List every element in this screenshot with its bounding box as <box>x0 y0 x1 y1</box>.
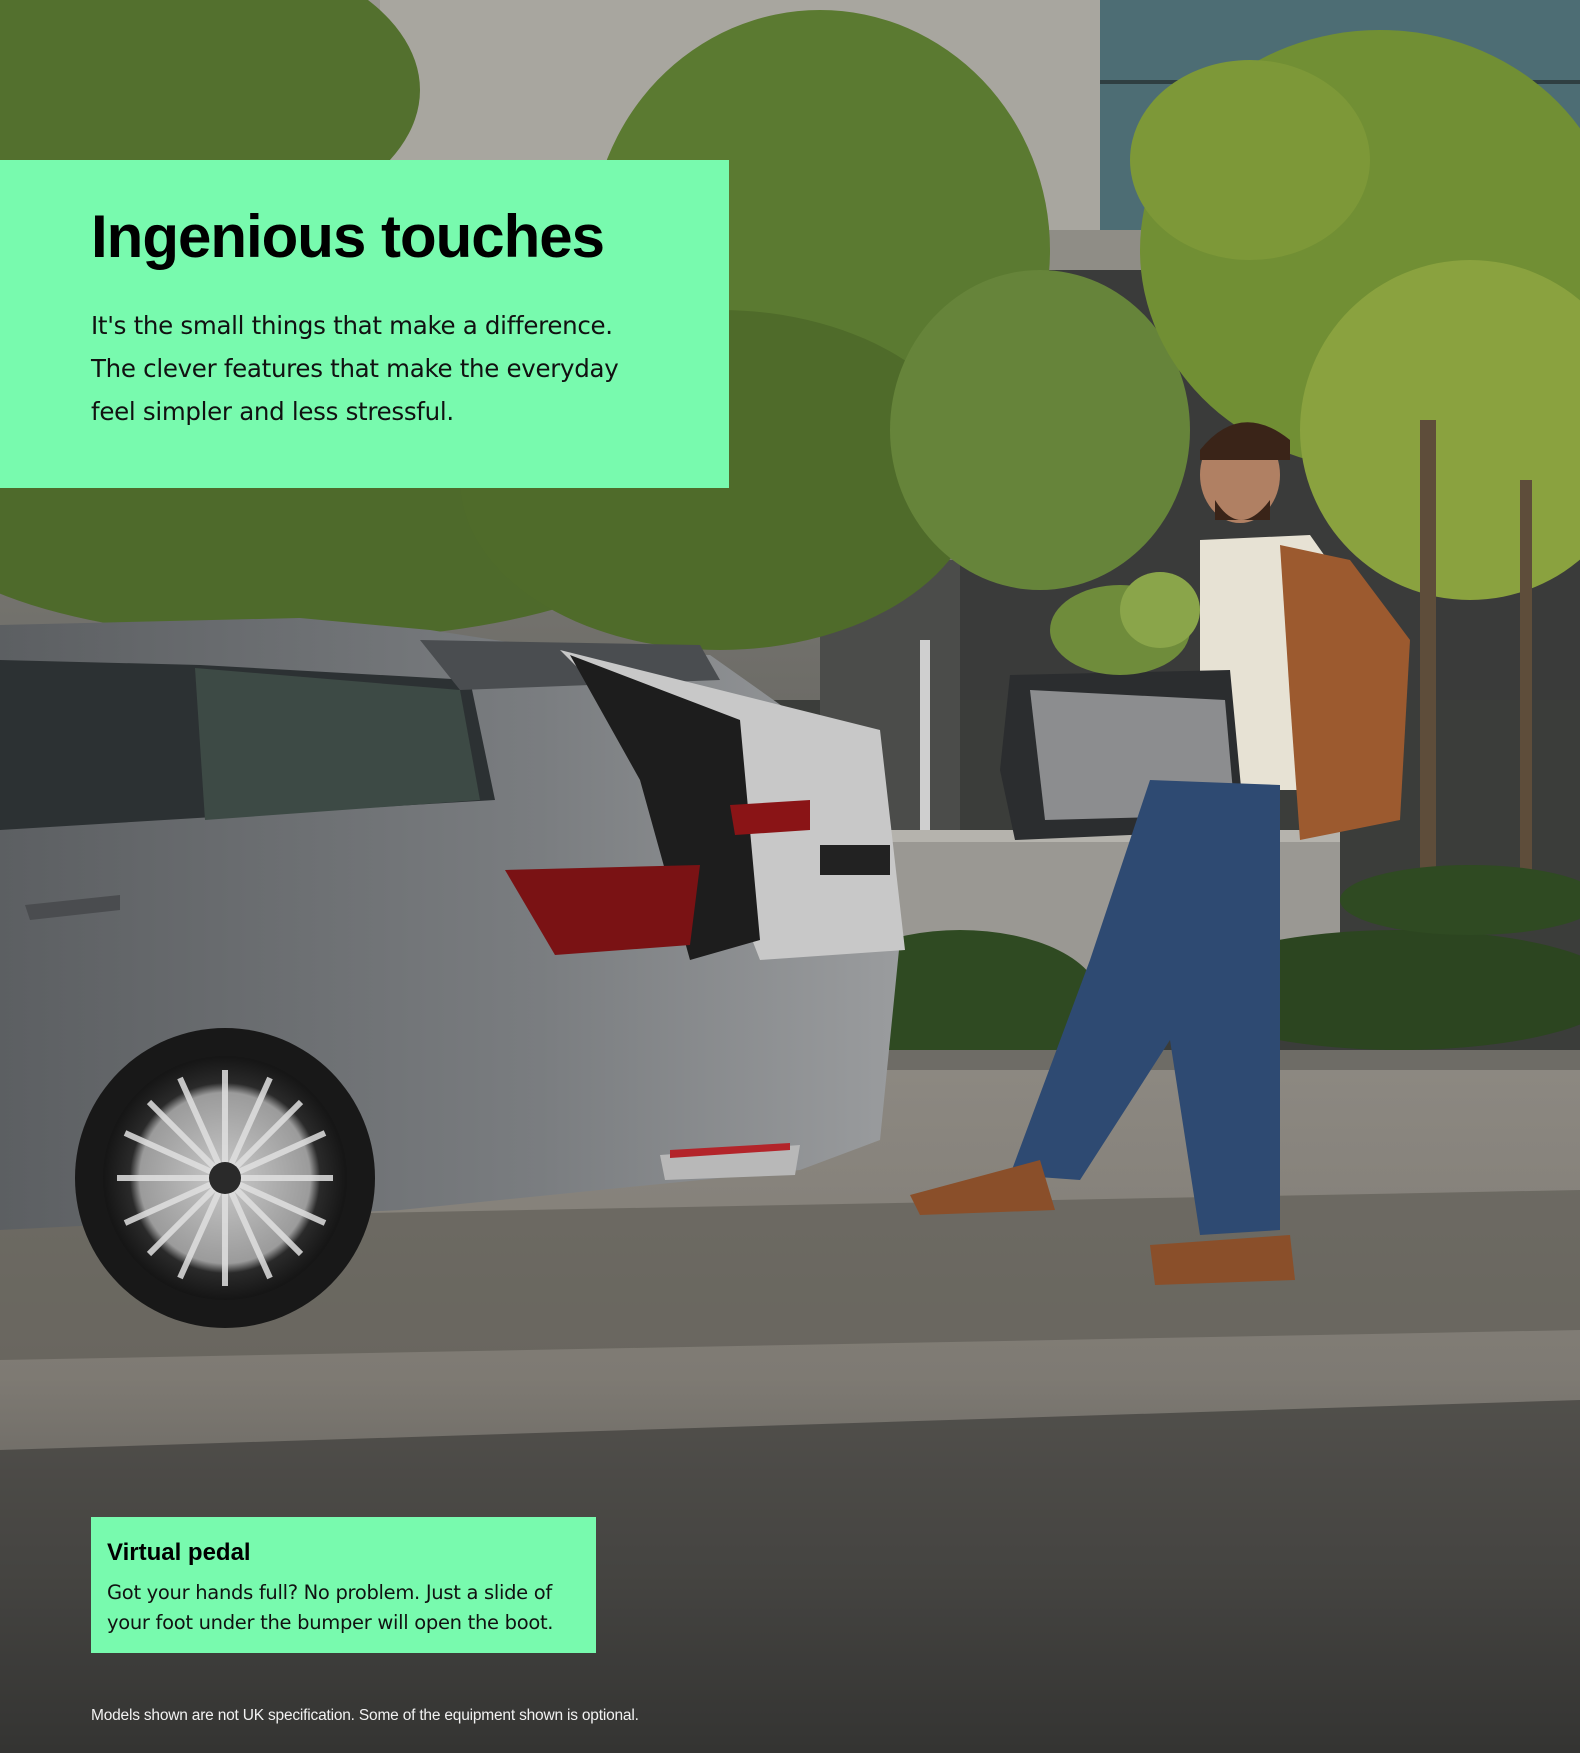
intro-panel: Ingenious touches It's the small things … <box>0 160 729 488</box>
disclaimer-note: Models shown are not UK specification. S… <box>91 1707 639 1724</box>
intro-text: It's the small things that make a differ… <box>91 311 619 426</box>
feature-title: Virtual pedal <box>107 1539 251 1566</box>
feature-callout: Virtual pedal Got your hands full? No pr… <box>91 1517 596 1653</box>
feature-text: Got your hands full? No problem. Just a … <box>107 1580 554 1634</box>
page-title: Ingenious touches <box>91 203 605 270</box>
